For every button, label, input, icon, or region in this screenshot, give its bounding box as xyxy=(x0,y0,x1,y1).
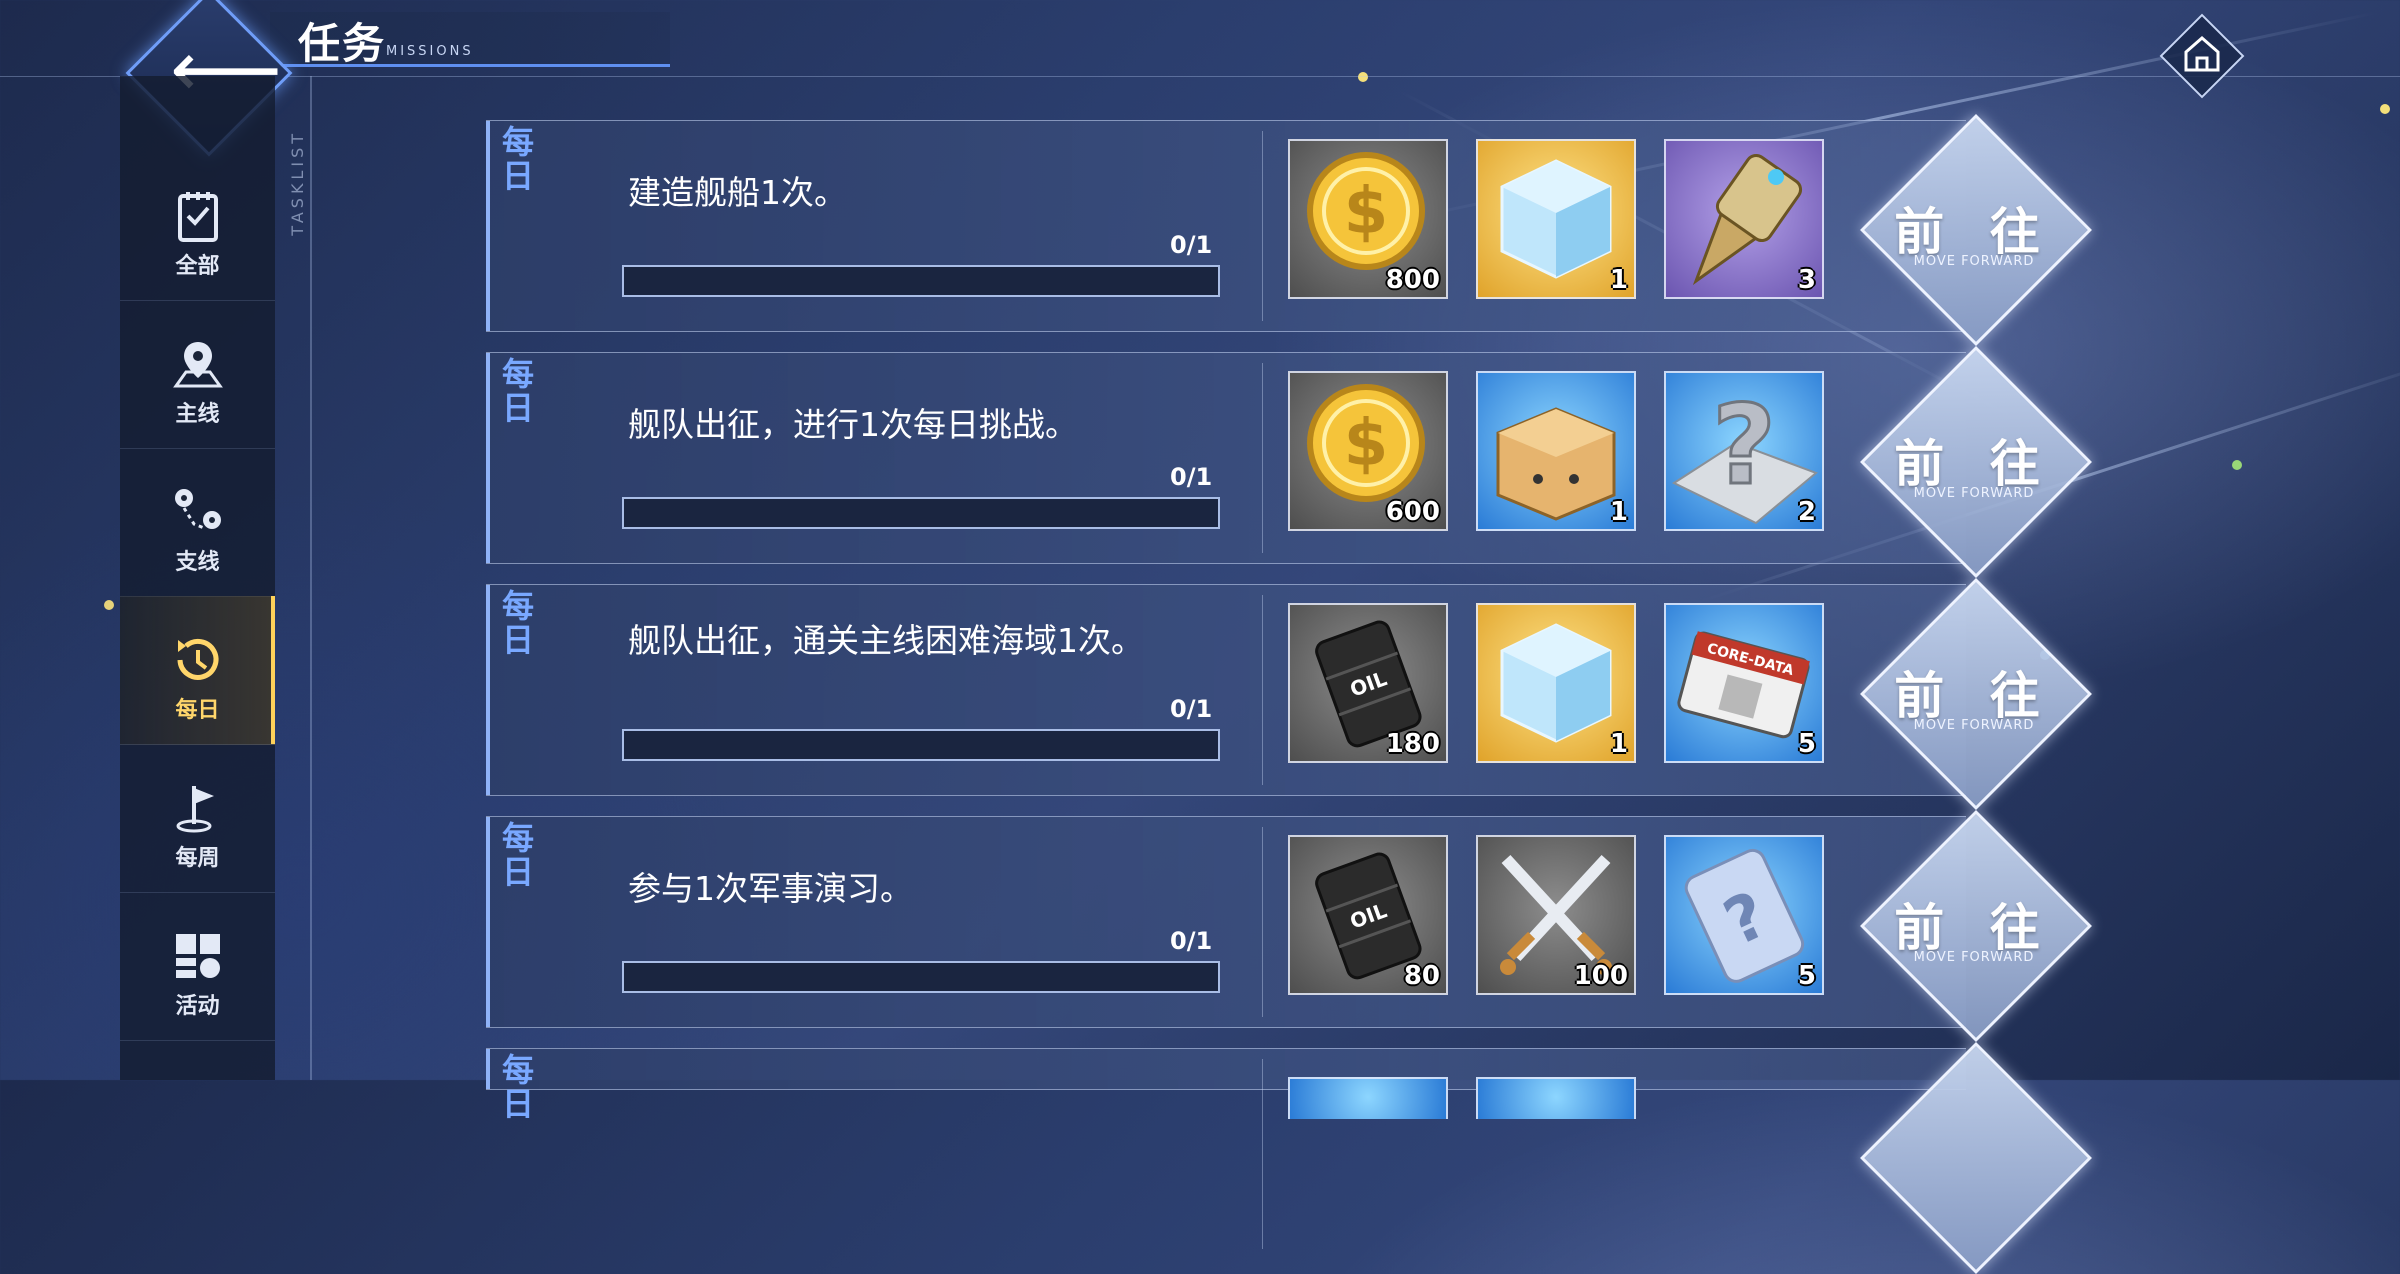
sidebar-item-label: 每周 xyxy=(175,846,220,871)
reward-item-coin[interactable]: $ 600 xyxy=(1288,371,1448,531)
sidebar-item-weekly[interactable]: 每周 xyxy=(120,744,275,893)
task-row: 每日 xyxy=(486,1048,1966,1249)
reward-item-oil[interactable]: OIL 180 xyxy=(1288,603,1448,763)
task-type-tag: 每日 xyxy=(501,355,534,427)
clipboard-icon xyxy=(177,192,218,242)
reward-item[interactable] xyxy=(1288,1077,1448,1119)
move-forward-button[interactable]: 前 往 MOVE FORWARD xyxy=(1860,346,2092,578)
reward-item-core-data[interactable]: CORE-DATA 5 xyxy=(1664,603,1824,763)
move-forward-button[interactable] xyxy=(1860,1042,2092,1274)
task-progress-text: 0/1 xyxy=(1170,231,1213,259)
task-description: 舰队出征，进行1次每日挑战。 xyxy=(628,405,1078,444)
grid-icon xyxy=(175,934,220,978)
sidebar-item-label: 支线 xyxy=(175,550,220,575)
tasklist-label: TASKLIST xyxy=(288,130,307,236)
task-progress-bar xyxy=(622,729,1220,761)
sidebar-item-label: 每日 xyxy=(175,698,220,723)
task-progress-bar xyxy=(622,497,1220,529)
task-progress-text: 0/1 xyxy=(1170,927,1213,955)
move-forward-button[interactable]: 前 往 MOVE FORWARD xyxy=(1860,810,2092,1042)
home-button[interactable] xyxy=(2158,12,2245,99)
task-row: 每日 参与1次军事演习。 0/1 OIL 80 100 ? 5 xyxy=(486,816,1966,1028)
page-subtitle: MISSIONS xyxy=(386,44,474,59)
task-row: 每日 舰队出征，进行1次每日挑战。 0/1 $ 600 1 ? 2 xyxy=(486,352,1966,564)
svg-text:?: ? xyxy=(1712,381,1776,509)
reward-item-cube[interactable]: 1 xyxy=(1476,139,1636,299)
task-type-tag: 每日 xyxy=(501,819,534,891)
svg-text:$: $ xyxy=(1344,407,1389,481)
reward-item-coin[interactable]: $ 800 xyxy=(1288,139,1448,299)
sidebar-item-label: 活动 xyxy=(175,994,220,1019)
task-progress-bar xyxy=(622,265,1220,297)
reward-item-mystery-blueprint[interactable]: ? 2 xyxy=(1664,371,1824,531)
sidebar-item-side[interactable]: 支线 xyxy=(120,448,275,597)
svg-text:$: $ xyxy=(1344,175,1389,249)
move-forward-button[interactable]: 前 往 MOVE FORWARD xyxy=(1860,114,2092,346)
home-icon xyxy=(2184,36,2220,72)
task-description: 舰队出征，通关主线困难海域1次。 xyxy=(628,621,1144,660)
reward-item-cube[interactable]: 1 xyxy=(1476,603,1636,763)
task-type-tag: 每日 xyxy=(501,1051,534,1123)
flag-icon xyxy=(176,786,214,833)
sidebar-item-daily[interactable]: 每日 xyxy=(120,596,275,745)
task-progress-bar xyxy=(622,961,1220,993)
page-title: 任务 xyxy=(298,19,387,68)
sidebar-item-label: 全部 xyxy=(175,254,220,279)
task-description: 参与1次军事演习。 xyxy=(628,869,913,908)
sidebar-item-all[interactable]: 全部 xyxy=(120,152,275,301)
reward-item-mystery-card[interactable]: ? 5 xyxy=(1664,835,1824,995)
task-progress-text: 0/1 xyxy=(1170,463,1213,491)
clock-history-icon xyxy=(177,638,218,680)
reward-item-box[interactable]: 1 xyxy=(1476,371,1636,531)
task-type-tag: 每日 xyxy=(501,587,534,659)
header-divider xyxy=(0,76,2400,77)
sidebar-divider xyxy=(310,76,312,1080)
task-row: 每日 舰队出征，通关主线困难海域1次。 0/1 OIL 180 1 CORE-D… xyxy=(486,584,1966,796)
reward-item-drill[interactable]: 3 xyxy=(1664,139,1824,299)
sidebar-item-label: 主线 xyxy=(175,402,220,427)
move-forward-button[interactable]: 前 往 MOVE FORWARD xyxy=(1860,578,2092,810)
task-type-tag: 每日 xyxy=(501,123,534,195)
task-row: 每日 建造舰船1次。 0/1 $ 800 1 3 xyxy=(486,120,1966,332)
task-progress-text: 0/1 xyxy=(1170,695,1213,723)
reward-item[interactable] xyxy=(1476,1077,1636,1119)
reward-item-oil[interactable]: OIL 80 xyxy=(1288,835,1448,995)
reward-item-swords[interactable]: 100 xyxy=(1476,835,1636,995)
task-description: 建造舰船1次。 xyxy=(628,173,847,212)
sidebar-item-main[interactable]: 主线 xyxy=(120,300,275,449)
sidebar-item-events[interactable]: 活动 xyxy=(120,892,275,1041)
route-icon xyxy=(174,489,221,530)
map-pin-icon xyxy=(172,342,223,388)
